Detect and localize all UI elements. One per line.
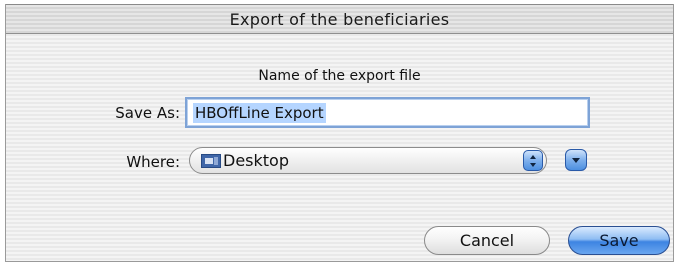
dialog-titlebar: Export of the beneficiaries [6, 4, 673, 34]
export-dialog: Export of the beneficiaries Name of the … [5, 4, 674, 262]
save-as-input[interactable]: HBOffLine Export [185, 97, 590, 128]
where-value: Desktop [223, 151, 289, 170]
where-popup[interactable]: Desktop [189, 147, 547, 174]
where-label: Where: [126, 153, 180, 171]
export-file-heading: Name of the export file [258, 68, 421, 84]
save-as-value: HBOffLine Export [193, 103, 326, 123]
save-as-label: Save As: [115, 104, 180, 122]
desktop-folder-icon [201, 154, 221, 168]
dialog-title: Export of the beneficiaries [229, 10, 450, 29]
cancel-button[interactable]: Cancel [424, 226, 550, 255]
save-button[interactable]: Save [568, 226, 670, 255]
expand-browser-button[interactable] [565, 149, 587, 171]
popup-arrows-icon [523, 150, 543, 171]
